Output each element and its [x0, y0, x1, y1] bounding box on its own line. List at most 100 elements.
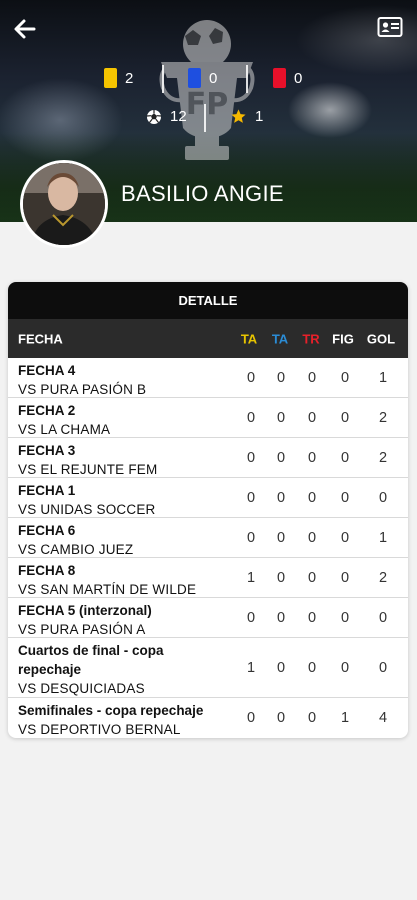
row-title: FECHA 1: [18, 483, 76, 498]
goals-stat: 12: [146, 108, 187, 125]
star-icon: [231, 109, 246, 123]
cell-gol: 4: [378, 710, 388, 726]
cell-ta2: 0: [276, 529, 286, 546]
cell-ta2: 0: [276, 659, 286, 676]
cell-fig: 0: [340, 369, 350, 386]
cell-ta: 0: [246, 710, 256, 726]
cell-tr: 0: [307, 569, 317, 586]
cell-ta2: 0: [276, 569, 286, 586]
back-button[interactable]: [12, 16, 38, 42]
cell-ta: 0: [246, 489, 256, 506]
cell-gol: 1: [378, 369, 388, 386]
row-title: FECHA 3: [18, 443, 76, 458]
cell-ta2: 0: [276, 409, 286, 426]
red-card-icon: [273, 68, 286, 88]
row-rival: VS UNIDAS SOCCER: [18, 502, 156, 517]
row-rival: VS PURA PASIÓN A: [18, 622, 146, 637]
cell-gol: 2: [378, 449, 388, 466]
yellow-card-stat: 2: [104, 68, 133, 88]
column-fig: FIG: [332, 331, 354, 346]
cell-ta2: 0: [276, 609, 286, 626]
cell-gol: 0: [378, 609, 388, 626]
cell-fig: 0: [340, 659, 350, 676]
row-rival: VS DEPORTIVO BERNAL: [18, 722, 181, 737]
soccer-ball-icon: [146, 109, 162, 124]
cell-ta: 0: [246, 409, 256, 426]
stat-divider: [162, 65, 164, 93]
column-gol: GOL: [366, 331, 396, 346]
cell-tr: 0: [307, 409, 317, 426]
red-card-stat: 0: [273, 68, 302, 88]
detail-card: DETALLE FECHA TA TA TR FIG GOL FECHA 4 VS…: [8, 282, 408, 738]
row-title: FECHA 4: [18, 363, 76, 378]
cell-ta2: 0: [276, 489, 286, 506]
blue-card-icon: [188, 68, 201, 88]
row-title: FECHA 8: [18, 563, 76, 578]
cell-gol: 1: [378, 529, 388, 546]
row-rival: VS SAN MARTÍN DE WILDE: [18, 582, 197, 597]
arrow-left-icon: [14, 19, 36, 39]
cell-fig: 0: [340, 449, 350, 466]
cell-ta: 0: [246, 609, 256, 626]
blue-card-count: 0: [209, 69, 218, 87]
table-row[interactable]: FECHA 2 VS LA CHAMA 0 0 0 0 2: [8, 398, 408, 438]
red-card-count: 0: [294, 69, 303, 87]
cell-fig: 1: [340, 710, 350, 726]
cell-tr: 0: [307, 449, 317, 466]
cell-ta: 0: [246, 369, 256, 386]
cell-ta2: 0: [276, 710, 286, 726]
cell-fig: 0: [340, 569, 350, 586]
table-row[interactable]: FECHA 4 VS PURA PASIÓN B 0 0 0 0 1: [8, 358, 408, 398]
cell-gol: 0: [378, 489, 388, 506]
column-ta-yellow: TA: [240, 331, 258, 346]
cell-tr: 0: [307, 609, 317, 626]
stat-divider: [246, 65, 248, 93]
table-row[interactable]: Semifinales - copa repechaje VS DEPORTIVO…: [8, 698, 408, 738]
figure-stat: 1: [230, 108, 263, 125]
row-rival: VS EL REJUNTE FEM: [18, 462, 158, 477]
row-rival: VS PURA PASIÓN B: [18, 382, 147, 397]
cell-tr: 0: [307, 489, 317, 506]
cell-gol: 0: [378, 659, 388, 676]
cell-ta2: 0: [276, 369, 286, 386]
cell-tr: 0: [307, 529, 317, 546]
cell-ta: 1: [246, 569, 256, 586]
avatar: [20, 160, 108, 248]
profile-card-button[interactable]: [377, 16, 403, 40]
row-title: FECHA 2: [18, 403, 76, 418]
cell-fig: 0: [340, 409, 350, 426]
yellow-card-icon: [104, 68, 117, 88]
table-row[interactable]: FECHA 8 VS SAN MARTÍN DE WILDE 1 0 0 0 2: [8, 558, 408, 598]
cell-fig: 0: [340, 529, 350, 546]
row-title: Cuartos de final - copa repechaje: [18, 643, 164, 677]
cell-tr: 0: [307, 369, 317, 386]
row-rival: VS CAMBIO JUEZ: [18, 542, 134, 557]
player-photo: [23, 163, 105, 245]
figure-count: 1: [255, 108, 264, 125]
stat-divider: [204, 104, 206, 132]
row-rival: VS LA CHAMA: [18, 422, 111, 437]
table-row[interactable]: FECHA 3 VS EL REJUNTE FEM 0 0 0 0 2: [8, 438, 408, 478]
trophy-logo-icon: FP: [159, 20, 255, 160]
cell-ta: 0: [246, 529, 256, 546]
player-name: BASILIO ANGIE: [121, 181, 284, 206]
column-tr: TR: [302, 331, 320, 346]
row-title: FECHA 5 (interzonal): [18, 603, 152, 618]
column-fecha: FECHA: [18, 331, 63, 346]
table-row[interactable]: FECHA 5 (interzonal) VS PURA PASIÓN A 0 0…: [8, 598, 408, 638]
row-title: Semifinales - copa repechaje: [18, 703, 204, 718]
id-card-icon: [377, 17, 403, 37]
row-rival: VS DESQUICIADAS: [18, 681, 145, 696]
table-row[interactable]: FECHA 1 VS UNIDAS SOCCER 0 0 0 0 0: [8, 478, 408, 518]
cell-tr: 0: [307, 710, 317, 726]
row-title: FECHA 6: [18, 523, 76, 538]
table-row[interactable]: Cuartos de final - copa repechaje VS DESQ…: [8, 638, 408, 698]
cell-ta: 0: [246, 449, 256, 466]
table-row[interactable]: FECHA 6 VS CAMBIO JUEZ 0 0 0 0 1: [8, 518, 408, 558]
detail-title: DETALLE: [8, 282, 408, 319]
cell-ta2: 0: [276, 449, 286, 466]
goals-count: 12: [170, 108, 187, 125]
cell-ta: 1: [246, 659, 256, 676]
cell-fig: 0: [340, 489, 350, 506]
svg-text:FP: FP: [186, 87, 228, 122]
